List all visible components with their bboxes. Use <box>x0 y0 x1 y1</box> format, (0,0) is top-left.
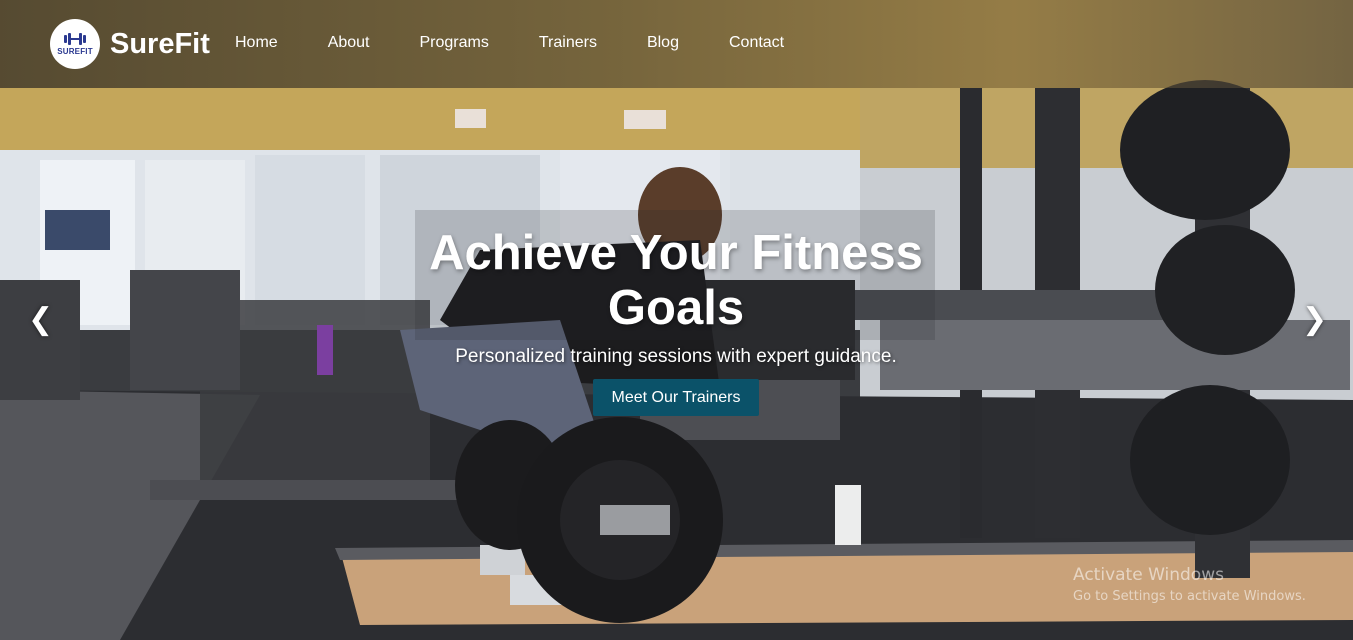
activate-windows-watermark: Activate Windows Go to Settings to activ… <box>1073 564 1306 606</box>
meet-trainers-button[interactable]: Meet Our Trainers <box>592 379 760 416</box>
logo-text: SUREFIT <box>57 47 93 56</box>
hero-subtitle: Personalized training sessions with expe… <box>455 346 897 367</box>
logo-badge: SUREFIT <box>50 19 100 69</box>
brand-name[interactable]: SureFit <box>110 28 210 61</box>
main-nav: Home About Programs Trainers Blog Contac… <box>235 33 834 53</box>
watermark-title: Activate Windows <box>1073 565 1224 585</box>
site-header: SUREFIT SureFit Home About Programs Trai… <box>0 0 1353 88</box>
nav-link-programs[interactable]: Programs <box>420 33 489 53</box>
carousel-next-icon[interactable]: ❯ <box>1302 300 1327 340</box>
carousel-prev-icon[interactable]: ❮ <box>28 300 53 340</box>
nav-link-home[interactable]: Home <box>235 33 278 53</box>
logo[interactable]: SUREFIT SureFit <box>50 19 210 69</box>
page: SUREFIT SureFit Home About Programs Trai… <box>0 0 1353 640</box>
nav-link-contact[interactable]: Contact <box>729 33 784 53</box>
nav-link-about[interactable]: About <box>328 33 370 53</box>
hero-section: Achieve Your Fitness Goals Personalized … <box>376 226 976 416</box>
watermark-subtitle: Go to Settings to activate Windows. <box>1073 589 1306 604</box>
nav-link-trainers[interactable]: Trainers <box>539 33 597 53</box>
dumbbell-icon <box>64 33 86 45</box>
hero-title: Achieve Your Fitness Goals <box>429 226 923 335</box>
nav-link-blog[interactable]: Blog <box>647 33 679 53</box>
